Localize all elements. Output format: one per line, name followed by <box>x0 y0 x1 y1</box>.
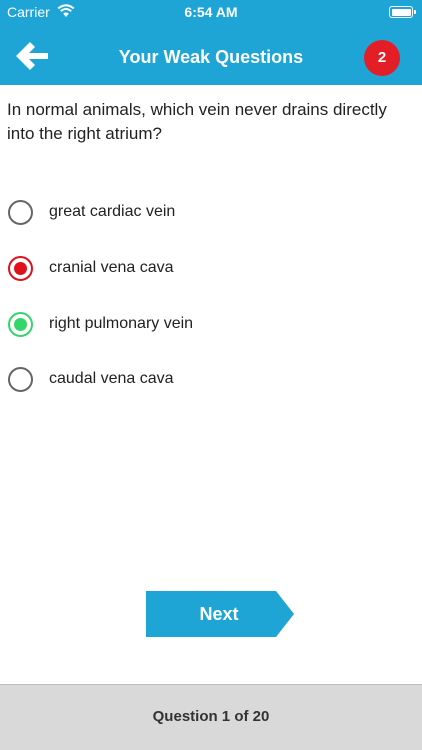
answer-label: caudal vena cava <box>49 370 174 387</box>
footer-bar: Question 1 of 20 <box>0 684 422 750</box>
status-bar: Carrier 6:54 AM <box>0 0 422 24</box>
answer-label: cranial vena cava <box>49 259 174 276</box>
answer-option[interactable]: great cardiac vein <box>8 198 408 232</box>
radio-icon <box>8 367 33 392</box>
question-progress: Question 1 of 20 <box>152 708 270 725</box>
radio-selected-wrong-icon <box>8 256 33 281</box>
radio-icon <box>8 200 33 225</box>
next-button-label: Next <box>199 604 239 624</box>
header-bar: Carrier 6:54 AM Your Weak Questions 2 <box>0 0 422 85</box>
weak-count-badge[interactable]: 2 <box>364 40 400 76</box>
answer-option[interactable]: cranial vena cava <box>8 254 408 288</box>
status-time: 6:54 AM <box>184 4 238 20</box>
page-title: Your Weak Questions <box>118 47 304 67</box>
radio-correct-icon <box>8 312 33 337</box>
answer-option[interactable]: right pulmonary vein <box>8 310 408 344</box>
next-button[interactable]: Next <box>146 591 294 637</box>
answer-label: great cardiac vein <box>49 203 176 220</box>
answer-label: right pulmonary vein <box>49 315 194 332</box>
question-text: In normal animals, which vein never drai… <box>7 100 387 143</box>
answer-option[interactable]: caudal vena cava <box>8 365 408 399</box>
battery-icon <box>389 6 416 18</box>
